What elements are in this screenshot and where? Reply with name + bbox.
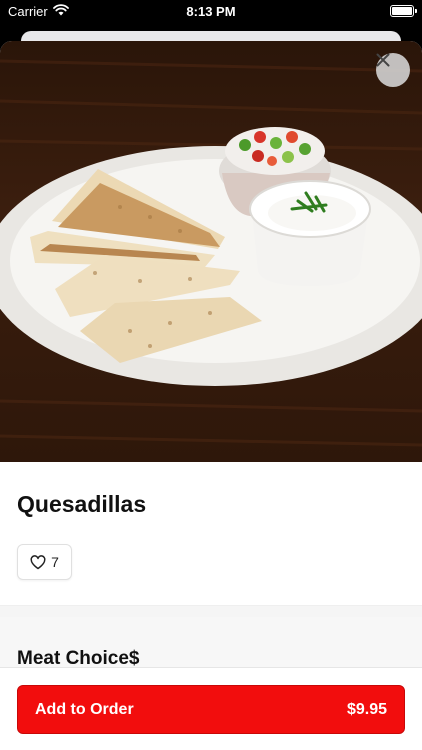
- close-icon: [376, 53, 390, 67]
- order-footer: Add to Order $9.95: [0, 667, 422, 750]
- like-count: 7: [51, 554, 59, 570]
- status-bar: Carrier 8:13 PM: [0, 0, 422, 24]
- battery-level: [392, 7, 412, 15]
- like-button[interactable]: 7: [17, 544, 72, 580]
- item-photo: [0, 41, 422, 462]
- battery-icon: [390, 5, 417, 17]
- heart-icon: [30, 554, 46, 569]
- item-price: $9.95: [346, 700, 387, 718]
- status-time: 8:13 PM: [186, 4, 236, 19]
- close-button[interactable]: [376, 53, 410, 87]
- add-to-order-label: Add to Order: [35, 700, 134, 718]
- section-divider: [0, 605, 422, 617]
- item-detail-sheet: Quesadillas 7 Meat Choice$ Add to Order …: [0, 41, 422, 750]
- quesadilla-plate-photo: [0, 59, 422, 447]
- add-to-order-button[interactable]: Add to Order $9.95: [17, 685, 405, 734]
- item-title: Quesadillas: [17, 491, 147, 517]
